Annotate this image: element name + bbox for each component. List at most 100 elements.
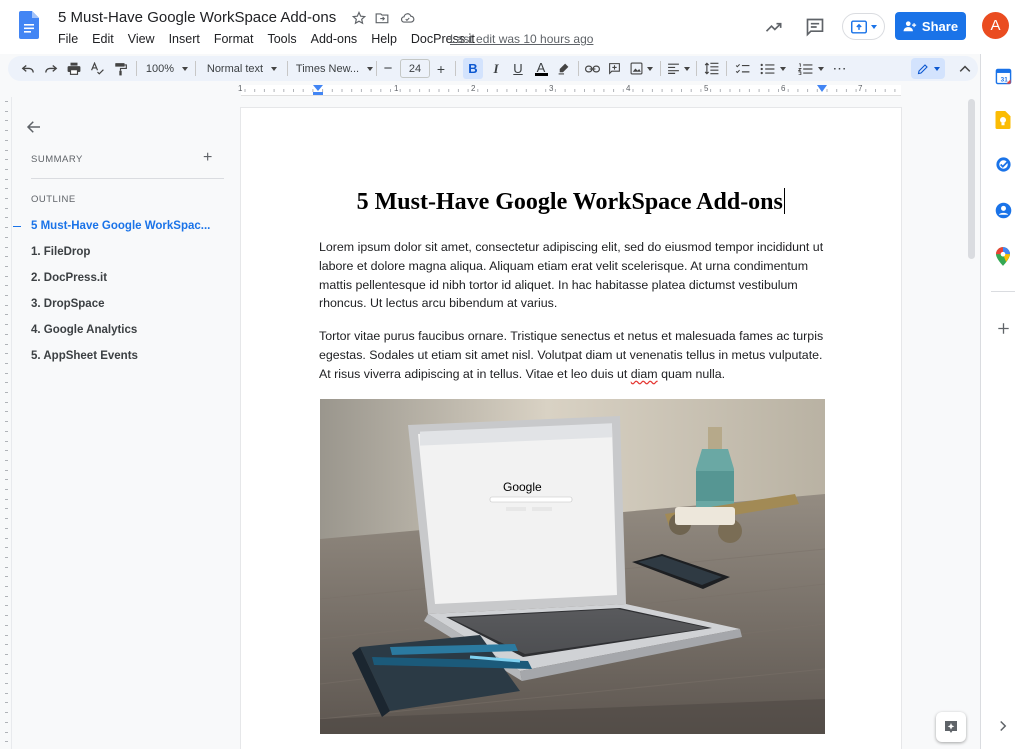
- cloud-saved-icon[interactable]: [398, 9, 416, 27]
- laptop-desk-photo[interactable]: Google: [320, 399, 825, 734]
- tasks-icon[interactable]: [993, 154, 1013, 174]
- font-family-select[interactable]: Times New...: [296, 58, 374, 79]
- maps-icon[interactable]: [993, 246, 1013, 266]
- menu-view[interactable]: View: [121, 31, 162, 47]
- paragraph-2-text: Tortor vitae purus faucibus ornare. Tris…: [319, 329, 824, 381]
- decrease-font-size-button[interactable]: −: [380, 58, 396, 79]
- add-summary-icon[interactable]: +: [203, 150, 217, 166]
- underline-button[interactable]: U: [509, 58, 527, 79]
- menu-add-ons[interactable]: Add-ons: [304, 31, 365, 47]
- vertical-scrollbar[interactable]: [968, 99, 975, 259]
- menu-edit[interactable]: Edit: [85, 31, 121, 47]
- docs-logo[interactable]: [19, 11, 39, 39]
- ruler-number: 2: [471, 84, 476, 93]
- align-left-icon: [667, 63, 679, 74]
- explore-icon: [945, 721, 957, 733]
- app-header: 5 Must-Have Google WorkSpace Add-ons Fil…: [0, 0, 1024, 54]
- outline-item-dropspace[interactable]: 3. DropSpace: [0, 296, 230, 322]
- add-comment-icon[interactable]: [605, 58, 623, 79]
- line-spacing-icon[interactable]: [702, 58, 720, 79]
- insert-link-icon[interactable]: [583, 58, 601, 79]
- outline-heading: OUTLINE: [31, 194, 76, 205]
- screen-google-logo: Google: [503, 480, 542, 494]
- comments-icon[interactable]: [805, 17, 825, 37]
- chevron-down-icon: [683, 66, 690, 71]
- outline-item-title[interactable]: 5 Must-Have Google WorkSpac...: [0, 218, 230, 244]
- ruler-page-area: [241, 85, 901, 96]
- increase-font-size-button[interactable]: +: [433, 58, 449, 79]
- paragraph-1[interactable]: Lorem ipsum dolor sit amet, consectetur …: [319, 238, 829, 313]
- outline-item-docpress[interactable]: 2. DocPress.it: [0, 270, 230, 296]
- collapse-menus-icon[interactable]: [957, 58, 973, 79]
- redo-icon[interactable]: [42, 58, 60, 79]
- undo-icon[interactable]: [19, 58, 37, 79]
- avatar[interactable]: A: [982, 12, 1009, 39]
- ruler-number: 7: [858, 84, 863, 93]
- present-button[interactable]: [842, 13, 885, 40]
- print-icon[interactable]: [65, 58, 83, 79]
- document-title[interactable]: 5 Must-Have Google WorkSpace Add-ons: [58, 9, 336, 26]
- chevron-down-icon: [933, 66, 940, 71]
- add-icon[interactable]: [993, 318, 1013, 338]
- zoom-select[interactable]: 100%: [145, 58, 189, 79]
- insert-image-button[interactable]: [627, 58, 655, 79]
- menu-tools[interactable]: Tools: [260, 31, 303, 47]
- keep-icon[interactable]: [993, 110, 1013, 130]
- ruler-number: 1: [238, 84, 243, 93]
- share-person-icon: [903, 21, 917, 32]
- calendar-icon[interactable]: 31: [993, 66, 1013, 86]
- spellcheck-icon[interactable]: [88, 58, 106, 79]
- menu-help[interactable]: Help: [364, 31, 404, 47]
- font-size-input[interactable]: 24: [400, 59, 430, 78]
- numbered-list-icon: [798, 62, 813, 75]
- align-left-button[interactable]: [665, 58, 691, 79]
- left-indent-marker[interactable]: [313, 85, 323, 95]
- chevron-right-icon[interactable]: [993, 716, 1013, 736]
- paint-format-icon[interactable]: [111, 58, 129, 79]
- paragraph-2-end: quam nulla.: [657, 366, 726, 381]
- bold-button[interactable]: B: [463, 58, 483, 79]
- highlight-pen-icon[interactable]: [554, 58, 572, 79]
- chevron-down-icon: [780, 66, 786, 71]
- text-cursor: [783, 188, 786, 214]
- zoom-value: 100%: [145, 62, 175, 75]
- horizontal-ruler[interactable]: 1 1 2 3 4 5 6 7: [0, 84, 980, 97]
- back-arrow-icon[interactable]: [25, 118, 43, 136]
- menu-file[interactable]: File: [51, 31, 85, 47]
- paragraph-style-select[interactable]: Normal text: [205, 58, 279, 79]
- present-icon: [851, 19, 867, 34]
- menu-insert[interactable]: Insert: [162, 31, 207, 47]
- outline-item-filedrop[interactable]: 1. FileDrop: [0, 244, 230, 270]
- activity-trend-icon[interactable]: [764, 17, 784, 37]
- editing-mode-button[interactable]: [911, 58, 945, 79]
- text-color-button[interactable]: A: [531, 58, 551, 79]
- checklist-icon[interactable]: [733, 58, 751, 79]
- outline-item-appsheet-events[interactable]: 5. AppSheet Events: [0, 348, 230, 374]
- numbered-list-button[interactable]: [795, 58, 827, 79]
- right-indent-marker[interactable]: [817, 85, 827, 94]
- side-panel-divider: [991, 291, 1015, 292]
- document-page[interactable]: 5 Must-Have Google WorkSpace Add-ons Lor…: [241, 108, 901, 749]
- paragraph-2[interactable]: Tortor vitae purus faucibus ornare. Tris…: [319, 327, 829, 383]
- chevron-down-icon: [271, 66, 278, 71]
- misspelled-word[interactable]: diam: [631, 367, 658, 381]
- chevron-down-icon: [871, 24, 877, 29]
- star-icon[interactable]: [350, 9, 368, 27]
- paragraph-style-value: Normal text: [206, 62, 264, 75]
- more-options-icon[interactable]: ⋯: [831, 58, 849, 79]
- share-button[interactable]: Share: [895, 12, 966, 40]
- last-edit-link[interactable]: Last edit was 10 hours ago: [450, 32, 593, 46]
- menu-format[interactable]: Format: [207, 31, 261, 47]
- move-to-folder-icon[interactable]: [373, 9, 391, 27]
- pencil-icon: [917, 63, 928, 74]
- google-docs-window: 5 Must-Have Google WorkSpace Add-ons Fil…: [0, 0, 1024, 749]
- explore-button[interactable]: [936, 712, 966, 742]
- document-heading[interactable]: 5 Must-Have Google WorkSpace Add-ons: [241, 188, 901, 216]
- ruler-number: 5: [704, 84, 709, 93]
- outline-item-google-analytics[interactable]: 4. Google Analytics: [0, 322, 230, 348]
- bulleted-list-button[interactable]: [757, 58, 789, 79]
- italic-button[interactable]: I: [487, 58, 505, 79]
- contacts-icon[interactable]: [993, 200, 1013, 220]
- chevron-down-icon: [818, 66, 824, 71]
- vertical-ruler[interactable]: [0, 97, 12, 749]
